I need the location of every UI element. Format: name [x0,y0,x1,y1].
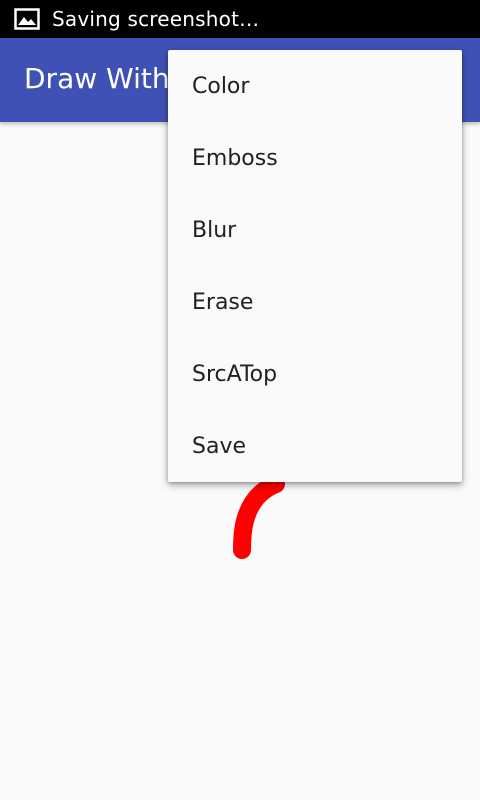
overflow-menu: Color Emboss Blur Erase SrcATop Save [168,50,462,482]
app-screen: Saving screenshot… Draw With Color Embos… [0,0,480,800]
menu-item-blur[interactable]: Blur [168,194,462,266]
app-title: Draw With [24,62,170,95]
menu-item-srcatop[interactable]: SrcATop [168,338,462,410]
menu-item-color[interactable]: Color [168,50,462,122]
menu-item-emboss[interactable]: Emboss [168,122,462,194]
image-icon [14,8,40,30]
menu-item-save[interactable]: Save [168,410,462,482]
red-brush-stroke [233,475,285,559]
status-bar: Saving screenshot… [0,0,480,38]
menu-item-erase[interactable]: Erase [168,266,462,338]
status-notification-text: Saving screenshot… [52,7,260,31]
